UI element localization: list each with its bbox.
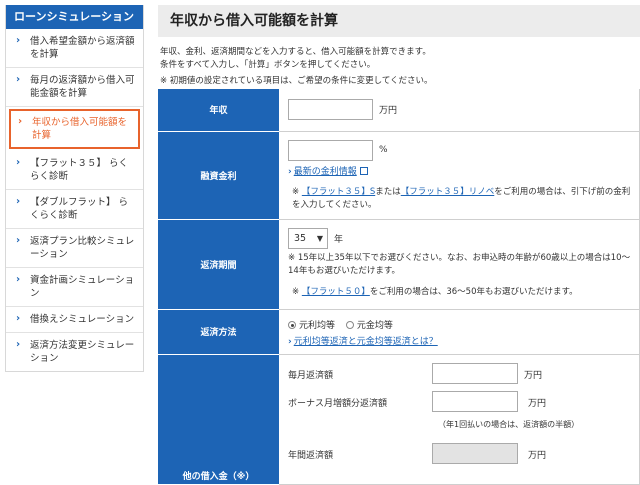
rate-note-prefix: ※ [292, 186, 300, 197]
sidebar-item-label: 【ダブルフラット】 らくらく診断 [30, 197, 129, 221]
rate-unit: % [379, 145, 388, 155]
monthly-repayment-unit: 万円 [524, 370, 543, 381]
sidebar-item-flat35-diagnosis[interactable]: › 【フラット３５】 らくらく診断 [6, 151, 143, 190]
external-window-icon [359, 167, 368, 175]
term-note-2-suffix: をご利用の場合は、36～50年もお選びいただけます。 [369, 286, 578, 297]
annual-repayment-label: 年間返済額 [288, 450, 334, 461]
sidebar-item-double-flat-diagnosis[interactable]: › 【ダブルフラット】 らくらく診断 [6, 190, 143, 229]
sidebar-item-repayment-method-change[interactable]: › 返済方法変更シミュレーション [6, 333, 143, 371]
flat35-renovation-link[interactable]: 【フラット３５】リノベ [401, 187, 495, 197]
sidebar-item-label: 年収から借入可能額を計算 [32, 117, 128, 141]
calculation-form: 年収 万円 融資金利 % › 最新の金利情報 ※ 【フラット３５】Sまたは【フラッ… [158, 89, 640, 485]
radio-equal-principal-interest[interactable]: 元利均等 [288, 321, 335, 331]
rate-input[interactable] [288, 139, 373, 161]
sidebar-item-funding-plan[interactable]: › 資金計画シミュレーション [6, 268, 143, 307]
sidebar-item-refinance[interactable]: › 借換えシミュレーション [6, 307, 143, 333]
annual-repayment-output [432, 442, 518, 464]
sidebar-item-monthly-to-loan-amount[interactable]: › 毎月の返済額から借入可能金額を計算 [6, 68, 143, 107]
rate-note-mid: または [375, 186, 401, 197]
bonus-repayment-label: ボーナス月増額分返済額 [288, 398, 388, 409]
rate-label: 融資金利 [158, 131, 279, 220]
intro-note: ※ 初期値の設定されている項目は、ご希望の条件に変更してください。 [160, 76, 433, 86]
term-label: 返済期間 [158, 219, 279, 310]
sidebar-item-label: 【フラット３５】 らくらく診断 [30, 158, 129, 182]
chevron-right-icon: › [16, 74, 21, 85]
sidebar-item-label: 毎月の返済額から借入可能金額を計算 [30, 75, 135, 99]
sidebar-item-income-to-loan-amount[interactable]: › 年収から借入可能額を計算 [9, 109, 140, 149]
sidebar-item-label: 返済方法変更シミュレーション [30, 340, 135, 364]
monthly-repayment-input[interactable] [432, 362, 518, 384]
sidebar-item-plan-comparison[interactable]: › 返済プラン比較シミュレーション [6, 229, 143, 268]
flat35s-link[interactable]: 【フラット３５】S [302, 187, 375, 197]
repayment-method-explanation-link[interactable]: 元利均等返済と元金均等返済とは？ [294, 337, 438, 347]
page-title: 年収から借入可能額を計算 [158, 5, 640, 37]
arrow-right-icon: › [288, 336, 292, 347]
caret-down-icon: ▼ [316, 233, 323, 243]
intro-text: 年収、金利、返済期間などを入力すると、借入可能額を計算できます。 条件をすべて入… [158, 46, 640, 88]
chevron-right-icon: › [16, 35, 21, 46]
intro-line-1: 年収、金利、返済期間などを入力すると、借入可能額を計算できます。 [160, 47, 431, 57]
chevron-right-icon: › [16, 157, 21, 168]
income-input[interactable] [288, 99, 373, 121]
income-label: 年収 [158, 89, 279, 132]
sidebar-item-label: 返済プラン比較シミュレーション [30, 236, 135, 260]
term-unit: 年 [334, 234, 344, 245]
intro-line-2: 条件をすべて入力し、「計算」ボタンを押してください。 [160, 60, 376, 70]
chevron-right-icon: › [16, 235, 21, 246]
radio-unselected-icon [345, 321, 354, 329]
chevron-right-icon: › [16, 339, 21, 350]
income-unit: 万円 [379, 106, 398, 117]
term-select[interactable]: 35 ▼ [288, 227, 328, 249]
term-selected-value: 35 [294, 232, 307, 244]
chevron-right-icon: › [16, 196, 21, 207]
term-note-1: ※ 15年以上35年以下でお選びください。なお、お申込時の年齢が60歳以上の場合… [288, 252, 631, 276]
sidebar-item-label: 借入希望金額から返済額を計算 [30, 36, 135, 60]
radio-equal-principal[interactable]: 元金均等 [345, 320, 393, 331]
chevron-right-icon: › [16, 274, 21, 285]
chevron-right-icon: › [16, 313, 21, 324]
sidebar-header: ローンシミュレーション [6, 5, 143, 29]
flat50-link[interactable]: 【フラット５０】 [302, 287, 370, 297]
annual-repayment-unit: 万円 [528, 450, 547, 461]
radio-option-1-label: 元利均等 [299, 320, 336, 331]
sidebar-item-label: 資金計画シミュレーション [30, 275, 135, 299]
latest-rate-link[interactable]: 最新の金利情報 [294, 167, 357, 177]
chevron-right-icon: › [18, 116, 23, 127]
method-label: 返済方法 [158, 309, 279, 355]
radio-option-2-label: 元金均等 [356, 320, 393, 331]
arrow-right-icon: › [288, 166, 292, 177]
main-content: 年収から借入可能額を計算 年収、金利、返済期間などを入力すると、借入可能額を計算… [158, 0, 640, 485]
sidebar-item-loan-amount-to-repayment[interactable]: › 借入希望金額から返済額を計算 [6, 29, 143, 68]
other-loans-label: 他の借入金（※） [158, 354, 279, 485]
sidebar-nav: ローンシミュレーション › 借入希望金額から返済額を計算 › 毎月の返済額から借… [5, 5, 144, 372]
sidebar-item-label: 借換えシミュレーション [30, 314, 135, 325]
bonus-repayment-unit: 万円 [528, 398, 547, 409]
monthly-repayment-label: 毎月返済額 [288, 370, 334, 381]
bonus-repayment-input[interactable] [432, 390, 518, 412]
term-note-2-prefix: ※ [292, 286, 300, 297]
radio-selected-icon [288, 321, 296, 329]
